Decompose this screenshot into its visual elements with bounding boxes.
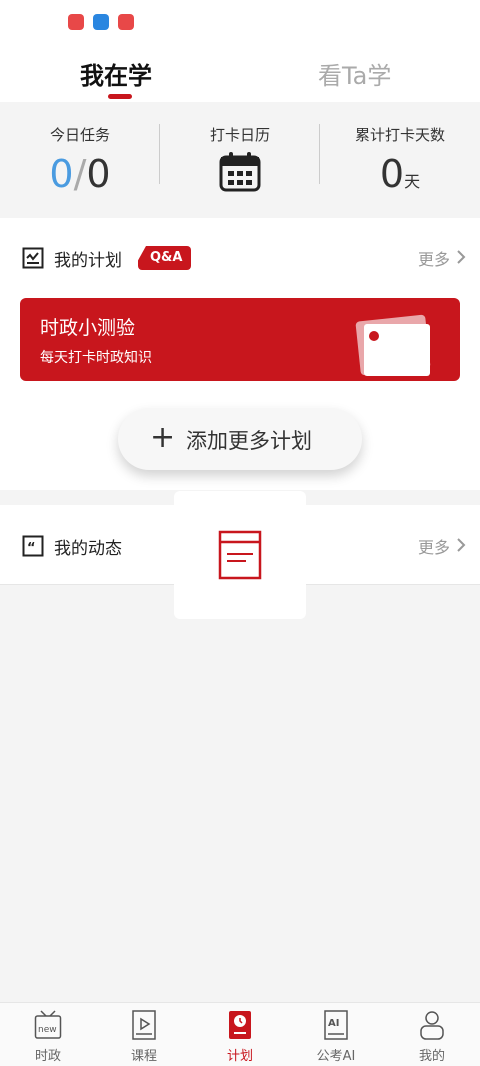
- quiz-title: 时政小测验: [40, 317, 136, 339]
- top-tab-bar: 我在学 看Ta学: [0, 44, 480, 102]
- plans-more-link[interactable]: 更多: [418, 246, 466, 270]
- active-tab-indicator: [108, 94, 132, 99]
- my-plans-section: 我的计划 Q&A 更多 时政小测验 每天打卡时政知识 + 添加更多计划: [0, 218, 480, 490]
- svg-text:“: “: [27, 541, 36, 556]
- weather-notification-icon: [93, 14, 109, 30]
- add-plans-label: 添加更多计划: [186, 429, 312, 453]
- status-bar: [0, 0, 480, 44]
- tab-learning[interactable]: 我在学: [80, 56, 152, 91]
- my-plans-title: 我的计划: [54, 251, 122, 271]
- activity-more-label: 更多: [417, 538, 450, 557]
- bottom-nav-bar: new 时政 课程 计划 AI 公考AI 我的: [0, 1002, 480, 1066]
- profile-icon: [420, 1011, 444, 1040]
- nav-item-courses[interactable]: 课程: [96, 1003, 192, 1066]
- calendar-icon: [219, 152, 261, 192]
- ai-book-icon: AI: [324, 1010, 348, 1040]
- app-notification-icon: [68, 14, 84, 30]
- my-activity-title: 我的动态: [54, 539, 122, 559]
- chart-board-icon: [22, 247, 44, 269]
- stats-card: 今日任务 0/0 打卡日历 累计打卡天数 0天: [0, 102, 480, 218]
- course-book-icon: [132, 1010, 156, 1040]
- total-checkin-days-stat[interactable]: 累计打卡天数 0天: [320, 102, 480, 218]
- plus-icon: +: [150, 420, 176, 455]
- nav-label-courses: 课程: [130, 1049, 157, 1064]
- tab-watch-others[interactable]: 看Ta学: [318, 56, 391, 91]
- today-done-count: 0: [49, 152, 74, 196]
- days-unit: 天: [404, 172, 421, 191]
- total-days-number: 0: [379, 152, 405, 196]
- activity-more-link[interactable]: 更多: [418, 534, 466, 558]
- quiz-card-illustration-icon: [355, 314, 431, 376]
- quiz-subtitle: 每天打卡时政知识: [40, 350, 152, 366]
- today-tasks-label: 今日任务: [49, 126, 110, 144]
- nav-item-ai[interactable]: AI 公考AI: [288, 1003, 384, 1066]
- empty-activity-placeholder: [174, 491, 306, 619]
- nav-item-news[interactable]: new 时政: [0, 1003, 96, 1066]
- nav-label-ai: 公考AI: [316, 1049, 356, 1064]
- add-more-plans-button[interactable]: + 添加更多计划: [118, 408, 362, 470]
- today-tasks-value: 0/0: [0, 152, 160, 196]
- nav-item-profile[interactable]: 我的: [384, 1003, 480, 1066]
- today-total-count: 0: [86, 152, 111, 196]
- qa-badge[interactable]: Q&A: [138, 246, 192, 270]
- empty-document-icon: [218, 530, 262, 580]
- current-affairs-quiz-banner[interactable]: 时政小测验 每天打卡时政知识: [20, 298, 460, 381]
- today-tasks-stat[interactable]: 今日任务 0/0: [0, 102, 160, 218]
- nav-label-plan: 计划: [226, 1049, 253, 1064]
- chevron-right-icon: [456, 249, 466, 269]
- checkin-calendar-label: 打卡日历: [209, 126, 270, 144]
- app-notification-icon-2: [118, 14, 134, 30]
- quote-icon: “: [22, 535, 44, 557]
- checkin-calendar-stat[interactable]: 打卡日历: [160, 102, 320, 218]
- news-tv-icon: new: [34, 1010, 62, 1039]
- today-separator: /: [73, 152, 87, 196]
- total-days-label: 累计打卡天数: [354, 126, 445, 144]
- nav-label-news: 时政: [34, 1049, 61, 1064]
- chevron-right-icon: [456, 537, 466, 557]
- nav-label-profile: 我的: [418, 1049, 445, 1064]
- svg-text:new: new: [38, 1025, 57, 1035]
- plan-clock-icon: [229, 1011, 251, 1039]
- nav-item-plan[interactable]: 计划: [192, 1003, 288, 1066]
- total-days-value: 0天: [320, 152, 480, 196]
- plans-more-label: 更多: [417, 250, 450, 269]
- svg-text:AI: AI: [328, 1018, 339, 1029]
